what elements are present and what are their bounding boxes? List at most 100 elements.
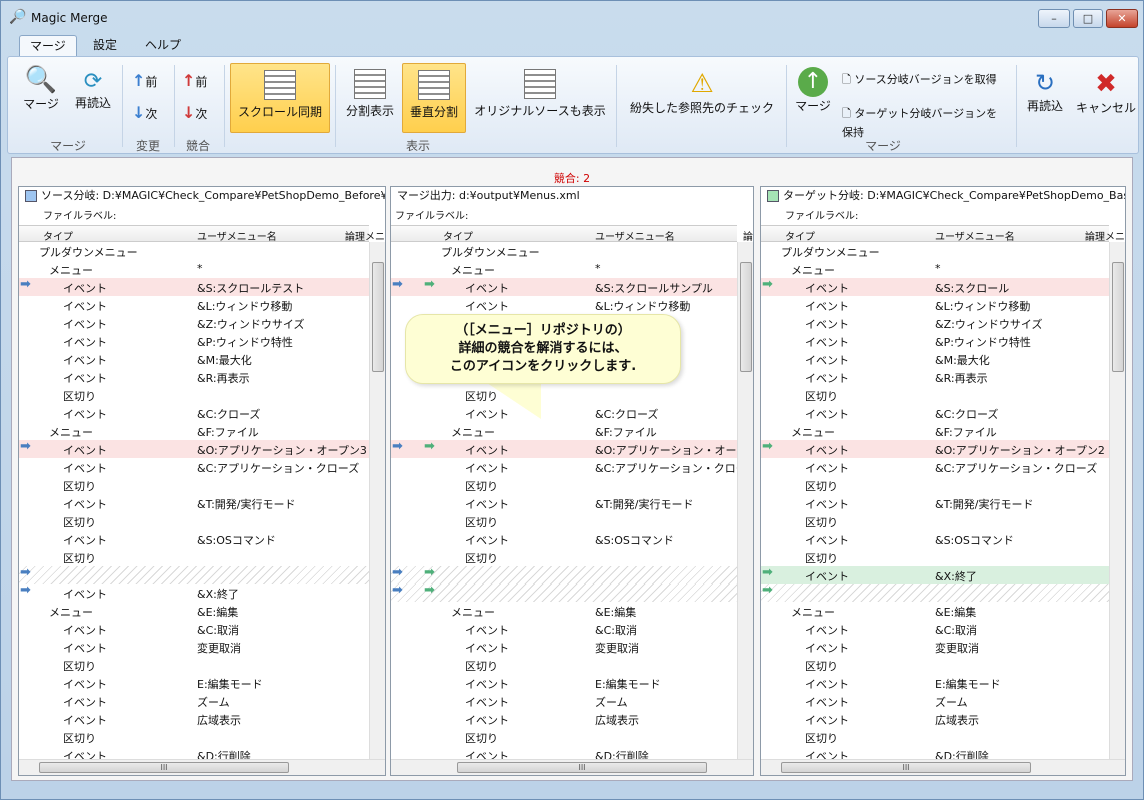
tree-row[interactable]: 区切り xyxy=(391,386,737,404)
vertical-scrollbar[interactable] xyxy=(737,242,753,760)
source-change-arrow-icon[interactable]: ➡ xyxy=(20,583,31,598)
tree-row[interactable]: メニュー &F:ファイル xyxy=(391,422,737,440)
tree-row[interactable]: イベント &C:取消 xyxy=(391,620,737,638)
col-logical-menu[interactable]: 論理メニ xyxy=(345,228,385,243)
tree-row[interactable]: プルダウンメニュー xyxy=(19,242,369,260)
output-merge-arrow-icon[interactable]: ➡ xyxy=(392,277,403,292)
tree-row[interactable]: イベント &D:行削除 xyxy=(19,746,369,760)
col-type[interactable]: タイプ xyxy=(443,228,473,243)
tree-row[interactable]: イベント &L:ウィンドウ移動 xyxy=(761,296,1109,314)
tree-row[interactable]: イベント &C:取消 xyxy=(761,620,1109,638)
source-change-arrow-icon[interactable]: ➡ xyxy=(20,439,31,454)
tree-row[interactable]: イベント ズーム xyxy=(761,692,1109,710)
target-merge-arrow-icon[interactable]: ➡ xyxy=(424,439,435,454)
source-change-arrow-icon[interactable]: ➡ xyxy=(20,565,31,580)
source-change-arrow-icon[interactable]: ➡ xyxy=(20,277,31,292)
tree-row[interactable]: イベント &R:再表示 xyxy=(761,368,1109,386)
tree-row[interactable]: イベント &S:スクロールテスト xyxy=(19,278,369,296)
tree-row[interactable]: イベント E:編集モード xyxy=(19,674,369,692)
tab-merge[interactable]: マージ xyxy=(19,35,77,57)
scroll-thumb[interactable] xyxy=(372,262,384,372)
split-view-button[interactable]: 分割表示 xyxy=(342,69,398,119)
col-user-menu-name[interactable]: ユーザメニュー名 xyxy=(197,228,277,243)
tree-row[interactable] xyxy=(391,566,737,584)
tree-row[interactable]: イベント &L:ウィンドウ移動 xyxy=(19,296,369,314)
tree-row[interactable]: メニュー * xyxy=(19,260,369,278)
check-missing-button[interactable]: ⚠ 紛失した参照先のチェック xyxy=(622,69,782,116)
get-source-version-button[interactable]: 🗋 ソース分岐バージョンを取得 xyxy=(842,71,1008,90)
tree-row[interactable]: 区切り xyxy=(19,512,369,530)
col-logical-menu[interactable]: 論理メニ xyxy=(1085,228,1125,243)
tree-row[interactable]: 区切り xyxy=(391,476,737,494)
tree-row[interactable]: イベント E:編集モード xyxy=(761,674,1109,692)
tree-row[interactable]: 区切り xyxy=(761,548,1109,566)
minimize-button[interactable]: – xyxy=(1038,9,1070,28)
tree-row[interactable]: 区切り xyxy=(19,476,369,494)
reload-button[interactable]: ⟳ 再読込 xyxy=(70,69,116,111)
tree-row[interactable]: プルダウンメニュー xyxy=(391,242,737,260)
col-user-menu-name[interactable]: ユーザメニュー名 xyxy=(595,228,675,243)
tree-row[interactable]: メニュー &E:編集 xyxy=(761,602,1109,620)
tree-row[interactable]: イベント 変更取消 xyxy=(391,638,737,656)
horizontal-scrollbar[interactable]: III xyxy=(391,759,753,775)
tree-row[interactable]: イベント &D:行削除 xyxy=(391,746,737,760)
output-merge-arrow-icon[interactable]: ➡ xyxy=(392,439,403,454)
tree-row[interactable]: イベント &S:スクロールサンプル xyxy=(391,278,737,296)
tree-row[interactable]: 区切り xyxy=(19,656,369,674)
tree-row[interactable]: イベント &C:クローズ xyxy=(391,404,737,422)
target-change-arrow-icon[interactable]: ➡ xyxy=(762,565,773,580)
change-prev-button[interactable]: ↑前 xyxy=(132,71,168,90)
merge-resolve-button[interactable]: ↑ マージ xyxy=(792,67,834,114)
scroll-thumb[interactable]: III xyxy=(39,762,289,773)
scroll-sync-button[interactable]: スクロール同期 xyxy=(230,63,330,133)
col-logical-menu[interactable]: 論 xyxy=(743,228,753,243)
vertical-split-button[interactable]: 垂直分割 xyxy=(402,63,466,133)
target-merge-arrow-icon[interactable]: ➡ xyxy=(424,277,435,292)
tree-row[interactable]: 区切り xyxy=(761,728,1109,746)
tree-row[interactable]: イベント &D:行削除 xyxy=(761,746,1109,760)
close-button[interactable]: ✕ xyxy=(1106,9,1138,28)
tree-row[interactable]: イベント &C:取消 xyxy=(19,620,369,638)
tree-row[interactable]: メニュー &E:編集 xyxy=(391,602,737,620)
tree-row[interactable]: イベント &P:ウィンドウ特性 xyxy=(761,332,1109,350)
target-merge-arrow-icon[interactable]: ➡ xyxy=(424,583,435,598)
col-user-menu-name[interactable]: ユーザメニュー名 xyxy=(935,228,1015,243)
target-change-arrow-icon[interactable]: ➡ xyxy=(762,439,773,454)
tree-row[interactable]: イベント &X:終了 xyxy=(19,584,369,602)
tree-row[interactable]: イベント ズーム xyxy=(19,692,369,710)
tree-row[interactable]: イベント &R:再表示 xyxy=(19,368,369,386)
tree-row[interactable]: 区切り xyxy=(761,386,1109,404)
tree-row[interactable]: 区切り xyxy=(391,548,737,566)
tree-row[interactable]: イベント &P:ウィンドウ特性 xyxy=(19,332,369,350)
vertical-scrollbar[interactable] xyxy=(1109,242,1125,760)
tree-row[interactable]: 区切り xyxy=(19,728,369,746)
cancel-button[interactable]: ✖ キャンセル xyxy=(1074,69,1138,116)
target-change-arrow-icon[interactable]: ➡ xyxy=(762,277,773,292)
tree-row[interactable]: イベント 変更取消 xyxy=(761,638,1109,656)
tree-row[interactable]: イベント &S:OSコマンド xyxy=(19,530,369,548)
tree-row[interactable]: イベント&C:アプリケーション・クローズ xyxy=(391,458,737,476)
target-merge-arrow-icon[interactable]: ➡ xyxy=(424,565,435,580)
horizontal-scrollbar[interactable]: III xyxy=(761,759,1125,775)
tree-row[interactable]: 区切り xyxy=(761,512,1109,530)
target-tree[interactable]: プルダウンメニュー メニュー * イベント &S:スクロール イベント &L:ウィンドウ移動… xyxy=(761,242,1109,760)
reload2-button[interactable]: ↻ 再読込 xyxy=(1020,69,1070,114)
tree-row[interactable]: イベント ズーム xyxy=(391,692,737,710)
tree-row[interactable] xyxy=(19,566,369,584)
tree-row[interactable]: メニュー &E:編集 xyxy=(19,602,369,620)
tree-row[interactable]: イベント &C:クローズ xyxy=(19,404,369,422)
tree-row[interactable]: イベント 変更取消 xyxy=(19,638,369,656)
tree-row[interactable]: メニュー * xyxy=(391,260,737,278)
tree-row[interactable]: 区切り xyxy=(19,386,369,404)
tree-row[interactable]: イベント &Z:ウィンドウサイズ xyxy=(19,314,369,332)
tree-row[interactable]: イベント &M:最大化 xyxy=(761,350,1109,368)
tree-row[interactable]: イベント 広域表示 xyxy=(761,710,1109,728)
tab-help[interactable]: ヘルプ xyxy=(135,35,191,57)
tree-row[interactable]: イベント &S:OSコマンド xyxy=(391,530,737,548)
tree-row[interactable]: メニュー * xyxy=(761,260,1109,278)
vertical-scrollbar[interactable] xyxy=(369,242,385,760)
col-type[interactable]: タイプ xyxy=(43,228,73,243)
conflict-prev-button[interactable]: ↑前 xyxy=(182,71,218,90)
horizontal-scrollbar[interactable]: III xyxy=(19,759,385,775)
tree-row[interactable]: イベント &L:ウィンドウ移動 xyxy=(391,296,737,314)
